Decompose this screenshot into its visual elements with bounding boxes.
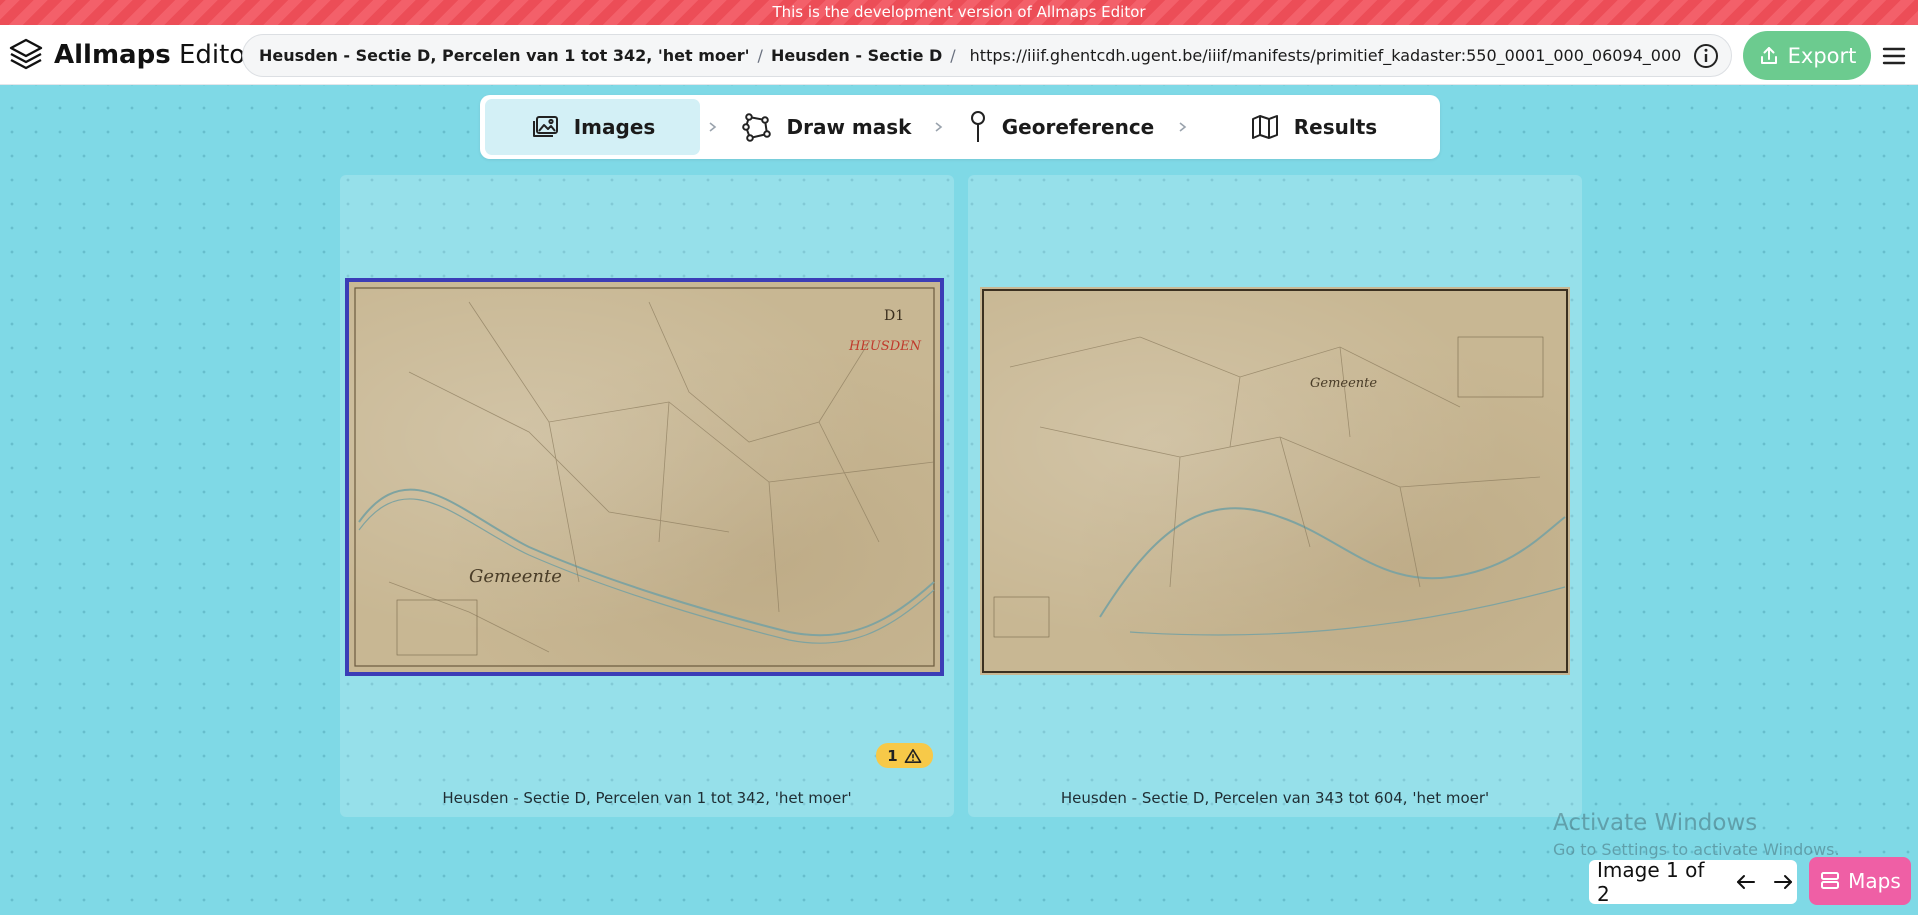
maps-label: Maps: [1848, 869, 1901, 893]
app-header: Allmaps Editor Heusden - Sectie D, Perce…: [0, 25, 1918, 85]
source-address-bar[interactable]: Heusden - Sectie D, Percelen van 1 tot 3…: [242, 34, 1732, 77]
tab-label: Draw mask: [786, 115, 912, 139]
map-thumbnail[interactable]: D1 HEUSDEN Gemeente: [345, 278, 944, 676]
hamburger-menu-icon: [1882, 47, 1906, 65]
pager-label: Image 1 of 2: [1597, 858, 1705, 906]
image-pager: Image 1 of 2: [1589, 858, 1797, 906]
tab-label: Georeference: [1001, 115, 1155, 139]
breadcrumb-separator: /: [757, 46, 763, 65]
cadastral-map-image: Gemeente: [982, 289, 1568, 673]
tab-label: Images: [573, 115, 656, 139]
breadcrumb-item-manifest[interactable]: Heusden - Sectie D: [771, 46, 942, 65]
map-icon: [1251, 115, 1278, 139]
breadcrumb-separator: /: [950, 46, 956, 65]
warning-count: 1: [887, 746, 898, 765]
svg-text:D1: D1: [884, 308, 904, 324]
svg-text:Gemeente: Gemeente: [469, 566, 562, 587]
tab-draw-mask[interactable]: Draw mask: [726, 99, 926, 155]
warning-badge[interactable]: 1: [876, 743, 933, 768]
breadcrumb-item-image[interactable]: Heusden - Sectie D, Percelen van 1 tot 3…: [259, 46, 750, 65]
arrow-right-icon: [1774, 875, 1793, 889]
workflow-steps: Images Draw mask Georeference Results: [480, 95, 1440, 159]
info-button[interactable]: [1692, 42, 1720, 70]
next-image-button[interactable]: [1769, 868, 1797, 896]
app-logo[interactable]: Allmaps Editor: [6, 35, 256, 75]
dev-version-banner: This is the development version of Allma…: [0, 0, 1918, 25]
export-icon: [1760, 46, 1777, 64]
app-title: Allmaps Editor: [54, 40, 256, 70]
image-card[interactable]: D1 HEUSDEN Gemeente Heusden - Sectie D, …: [340, 175, 954, 817]
images-icon: [532, 116, 558, 137]
layers-icon: [1821, 872, 1840, 889]
tab-label: Results: [1293, 115, 1378, 139]
chevron-right-icon: [926, 121, 952, 133]
tab-results[interactable]: Results: [1196, 99, 1431, 155]
image-card[interactable]: Gemeente Heusden - Sectie D, Percelen va…: [968, 175, 1582, 817]
export-button[interactable]: Export: [1743, 31, 1871, 80]
cadastral-map-image: D1 HEUSDEN Gemeente: [354, 287, 935, 667]
chevron-right-icon: [700, 121, 726, 133]
warning-icon: [904, 748, 922, 763]
tab-images[interactable]: Images: [485, 99, 700, 155]
info-icon: [1694, 44, 1718, 68]
manifest-url[interactable]: https://iiif.ghentcdh.ugent.be/iiif/mani…: [970, 46, 1682, 65]
maps-button[interactable]: Maps: [1809, 857, 1911, 905]
image-caption: Heusden - Sectie D, Percelen van 1 tot 3…: [442, 789, 852, 807]
image-caption: Heusden - Sectie D, Percelen van 343 tot…: [1060, 789, 1490, 807]
menu-button[interactable]: [1880, 42, 1908, 70]
allmaps-logo-icon: [9, 38, 43, 70]
previous-image-button[interactable]: [1732, 868, 1760, 896]
map-thumbnail[interactable]: Gemeente: [980, 287, 1570, 675]
tab-georeference[interactable]: Georeference: [952, 99, 1170, 155]
pin-icon: [970, 111, 985, 142]
polygon-icon: [741, 113, 771, 142]
export-label: Export: [1787, 43, 1857, 68]
svg-text:HEUSDEN: HEUSDEN: [848, 339, 922, 354]
windows-activation-watermark: Activate Windows Go to Settings to activ…: [1553, 810, 1840, 859]
chevron-right-icon: [1170, 121, 1196, 133]
svg-text:Gemeente: Gemeente: [1310, 376, 1377, 391]
arrow-left-icon: [1736, 875, 1755, 889]
